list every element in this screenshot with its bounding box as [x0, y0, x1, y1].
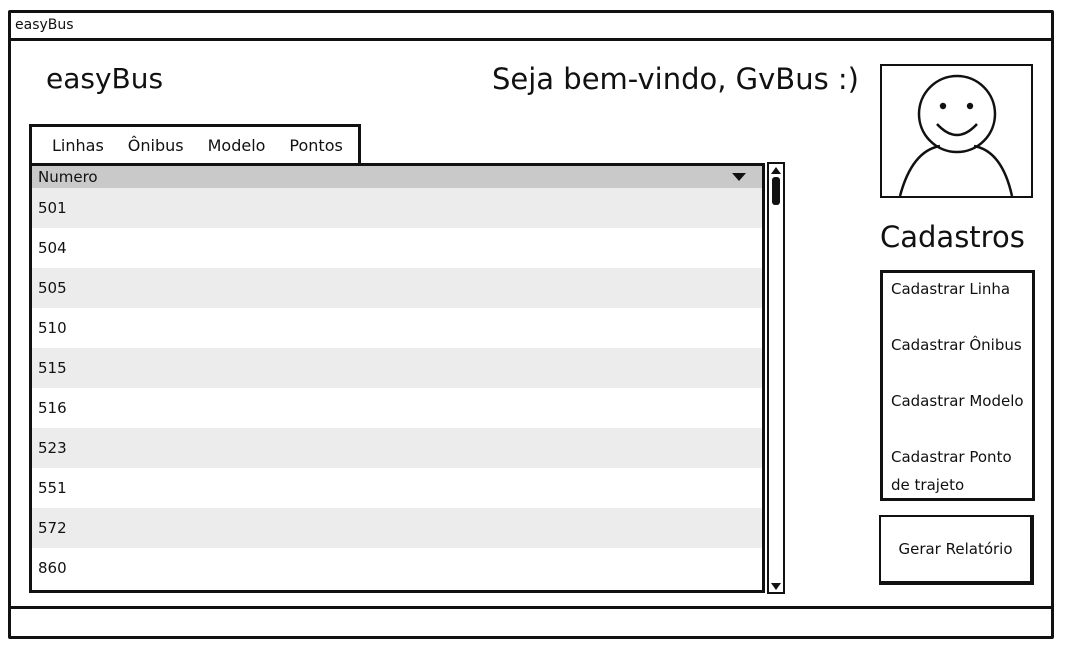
table-row[interactable]: 505: [32, 268, 762, 308]
app-brand: easyBus: [46, 62, 164, 95]
caret-down-icon[interactable]: [732, 173, 746, 181]
arrow-down-icon[interactable]: [770, 581, 782, 591]
table-row[interactable]: 523: [32, 428, 762, 468]
menu-item-cadastrar-linha[interactable]: Cadastrar Linha: [891, 275, 1041, 303]
section-title-cadastros: Cadastros: [880, 220, 1025, 254]
tab-linhas[interactable]: Linhas: [52, 136, 104, 155]
table-body: 501 504 505 510 515 516 523 551 572 860: [32, 188, 762, 588]
table-row[interactable]: 572: [32, 508, 762, 548]
generate-report-button[interactable]: Gerar Relatório: [879, 515, 1034, 585]
tab-modelo[interactable]: Modelo: [208, 136, 266, 155]
table-row[interactable]: 515: [32, 348, 762, 388]
table-row[interactable]: 551: [32, 468, 762, 508]
table-row[interactable]: 501: [32, 188, 762, 228]
arrow-up-icon[interactable]: [770, 165, 782, 175]
menu-item-cadastrar-onibus[interactable]: Cadastrar Ônibus: [891, 331, 1041, 359]
tab-onibus[interactable]: Ônibus: [128, 136, 184, 155]
table-row[interactable]: 860: [32, 548, 762, 588]
table-row[interactable]: 504: [32, 228, 762, 268]
welcome-message: Seja bem-vindo, GvBus :): [492, 62, 859, 96]
tab-bar: Linhas Ônibus Modelo Pontos: [29, 124, 361, 163]
status-bar: [11, 606, 1051, 636]
table-row[interactable]: 510: [32, 308, 762, 348]
column-header-numero[interactable]: Numero: [38, 168, 98, 186]
table-scrollbar[interactable]: [767, 162, 785, 594]
menu-item-cadastrar-modelo[interactable]: Cadastrar Modelo: [891, 387, 1041, 415]
table-header[interactable]: Numero: [32, 166, 762, 188]
tab-pontos[interactable]: Pontos: [289, 136, 342, 155]
table-row[interactable]: 516: [32, 388, 762, 428]
cadastros-menu: Cadastrar Linha Cadastrar Ônibus Cadastr…: [880, 270, 1035, 501]
lines-table: Numero 501 504 505 510 515 516 523 551 5…: [29, 163, 765, 593]
scroll-thumb[interactable]: [772, 177, 780, 205]
user-avatar: [880, 64, 1033, 198]
window-title: easyBus: [11, 13, 1051, 41]
user-avatar-icon: [898, 74, 1014, 197]
menu-item-cadastrar-ponto[interactable]: Cadastrar Ponto de trajeto: [891, 443, 1031, 499]
